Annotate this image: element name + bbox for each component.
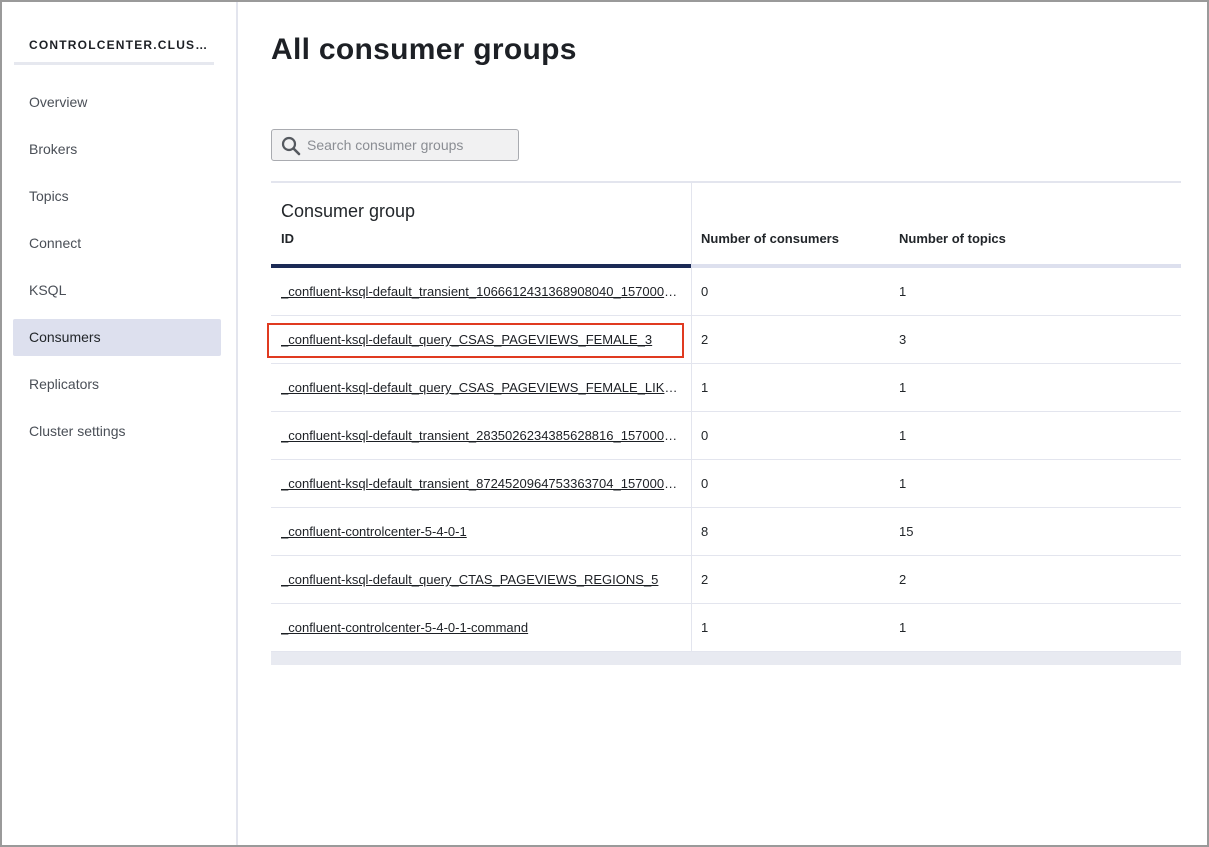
consumer-group-link[interactable]: _confluent-ksql-default_query_CSAS_PAGEV… (281, 364, 681, 412)
sidebar-item-ksql[interactable]: KSQL (13, 272, 221, 309)
consumers-count: 0 (701, 428, 709, 443)
consumer-group-link[interactable]: _confluent-ksql-default_transient_872452… (281, 460, 681, 508)
topics-count: 1 (899, 476, 907, 491)
consumer-group-header: Consumer group (281, 201, 416, 221)
cluster-name-underline (14, 62, 214, 65)
topics-count: 2 (899, 572, 907, 587)
cluster-name[interactable]: CONTROLCENTER.CLUSTER (29, 38, 209, 52)
topics-count: 1 (899, 620, 907, 635)
table-footer (271, 652, 1181, 665)
page-title: All consumer groups (271, 33, 577, 66)
consumer-group-link[interactable]: _confluent-controlcenter-5-4-0-1 (281, 508, 681, 556)
consumer-group-link[interactable]: _confluent-ksql-default_transient_283502… (281, 412, 681, 460)
consumers-count: 1 (701, 380, 709, 395)
sidebar-item-overview[interactable]: Overview (13, 84, 221, 121)
column-header-consumers[interactable]: Number of consumers (701, 231, 839, 246)
sidebar: CONTROLCENTER.CLUSTER Overview Brokers T… (2, 2, 238, 845)
sidebar-item-topics[interactable]: Topics (13, 178, 221, 215)
consumer-groups-table: Consumer group ID Number of consumers Nu… (267, 181, 1181, 665)
table-body: _confluent-ksql-default_transient_106661… (267, 264, 1181, 665)
consumers-count: 2 (701, 572, 709, 587)
table-row: _confluent-controlcenter-5-4-0-1-command… (271, 604, 1181, 652)
search-input[interactable] (307, 135, 512, 155)
consumers-count: 0 (701, 284, 709, 299)
table-row-highlighted: _confluent-ksql-default_query_CSAS_PAGEV… (267, 316, 1181, 364)
search-icon (281, 136, 301, 156)
column-header-topics[interactable]: Number of topics (899, 231, 1006, 246)
consumers-count: 0 (701, 476, 709, 491)
consumers-count: 1 (701, 620, 709, 635)
table-row: _confluent-ksql-default_transient_872452… (271, 460, 1181, 508)
topics-count: 15 (899, 524, 914, 539)
column-header-id[interactable]: ID (281, 231, 294, 246)
consumer-group-link[interactable]: _confluent-ksql-default_transient_106661… (281, 268, 681, 316)
consumers-count: 8 (701, 524, 709, 539)
consumer-group-link[interactable]: _confluent-ksql-default_query_CTAS_PAGEV… (281, 556, 681, 604)
table-row: _confluent-ksql-default_transient_283502… (271, 412, 1181, 460)
table-row: _confluent-controlcenter-5-4-0-1 8 15 (271, 508, 1181, 556)
sidebar-item-brokers[interactable]: Brokers (13, 131, 221, 168)
sidebar-item-cluster-settings[interactable]: Cluster settings (13, 413, 221, 450)
topics-count: 1 (899, 380, 907, 395)
sidebar-item-consumers[interactable]: Consumers (13, 319, 221, 356)
consumers-count: 2 (701, 332, 709, 347)
table-row: _confluent-ksql-default_query_CTAS_PAGEV… (271, 556, 1181, 604)
topics-count: 3 (899, 332, 907, 347)
topics-count: 1 (899, 284, 907, 299)
consumer-group-link[interactable]: _confluent-ksql-default_query_CSAS_PAGEV… (281, 316, 681, 364)
table-row: _confluent-ksql-default_transient_106661… (271, 268, 1181, 316)
sidebar-nav: Overview Brokers Topics Connect KSQL Con… (13, 84, 221, 460)
table-header: Consumer group ID Number of consumers Nu… (271, 181, 1181, 268)
search-box[interactable] (271, 129, 519, 161)
sidebar-item-replicators[interactable]: Replicators (13, 366, 221, 403)
topics-count: 1 (899, 428, 907, 443)
sidebar-item-connect[interactable]: Connect (13, 225, 221, 262)
consumer-group-link[interactable]: _confluent-controlcenter-5-4-0-1-command (281, 604, 681, 652)
table-row: _confluent-ksql-default_query_CSAS_PAGEV… (271, 364, 1181, 412)
